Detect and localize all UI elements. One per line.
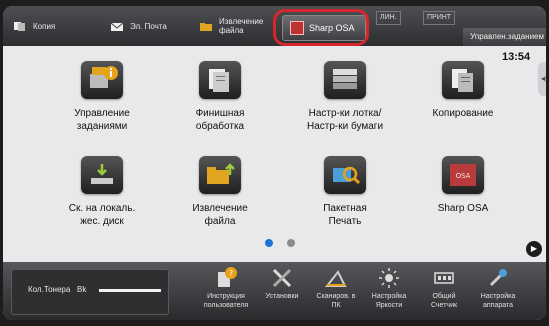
side-panel-tab[interactable]: ◂| — [538, 62, 546, 96]
folder-icon — [200, 22, 212, 31]
bottom-label: Настройка Яркости — [371, 293, 407, 309]
tile-label: Извлечение файла — [192, 203, 248, 227]
user-guide-button[interactable]: ? Инструкция пользователя — [198, 266, 254, 310]
folder-icon — [199, 156, 241, 194]
book-question-icon: ? — [214, 266, 238, 290]
highlight-ring — [273, 9, 369, 46]
mode-copy[interactable]: Копия — [13, 6, 55, 46]
tile-label: Управление заданиями — [74, 108, 130, 132]
bottom-label: Настройка аппарата — [480, 293, 516, 309]
total-count-button[interactable]: Общий Счетчик — [416, 266, 472, 310]
job-status-button[interactable]: Управлен.заданием — [463, 28, 546, 46]
tile-label: Пакетная Печать — [323, 203, 367, 227]
tile-job-status[interactable]: Управление заданиями — [47, 61, 157, 133]
tile-finishing[interactable]: Финишная обработка — [165, 61, 275, 133]
tile-copy[interactable]: Копирование — [408, 61, 518, 120]
svg-text:?: ? — [229, 269, 233, 278]
top-mode-bar: Копия Эл. Почта Извлечение файла Sharp O… — [3, 6, 546, 46]
bottom-label: Установки — [265, 293, 299, 300]
wrench-icon — [486, 266, 510, 290]
sun-icon — [377, 266, 401, 290]
finishing-icon — [199, 61, 241, 99]
mode-email[interactable]: Эл. Почта — [110, 6, 167, 46]
touch-panel: Копия Эл. Почта Извлечение файла Sharp O… — [3, 6, 546, 320]
bottom-label: Общий Счетчик — [430, 293, 458, 309]
device-settings-button[interactable]: Настройка аппарата — [470, 266, 526, 310]
page-dot[interactable] — [287, 239, 295, 247]
copy-icon — [14, 21, 25, 31]
scan-to-pc-button[interactable]: Сканиров. в ПК — [308, 266, 364, 310]
bottom-label: Инструкция пользователя — [203, 293, 249, 309]
counter-icon — [432, 266, 456, 290]
toner-label: Кол.Тонера Bk — [28, 285, 87, 294]
tile-label: Копирование — [432, 108, 494, 119]
tile-batch-print[interactable]: Пакетная Печать — [290, 156, 400, 228]
tile-retrieve-file[interactable]: Извлечение файла — [165, 156, 275, 228]
tile-label: Ск. на локаль. жес. диск — [68, 203, 136, 227]
tools-icon — [270, 266, 294, 290]
next-page-button[interactable]: ▶ — [526, 241, 542, 257]
mode-retrieve-file[interactable]: Извлечение файла — [199, 6, 263, 46]
scan-to-disk-icon — [81, 156, 123, 194]
mode-copy-label: Копия — [33, 21, 56, 31]
tile-label: Настр-ки лотка/ Настр-ки бумаги — [306, 108, 384, 132]
page-dot-active[interactable] — [265, 239, 273, 247]
bottom-label: Сканиров. в ПК — [316, 293, 356, 309]
print-indicator: ПРИНТ — [423, 11, 456, 25]
svg-text:OSA: OSA — [456, 172, 471, 180]
toner-panel: Кол.Тонера Bk — [11, 269, 169, 315]
envelope-icon — [110, 22, 124, 31]
osa-icon: OSA — [442, 156, 484, 194]
job-status-icon — [81, 61, 123, 99]
tile-label: Sharp OSA — [437, 203, 489, 214]
tile-scan-to-hdd[interactable]: Ск. на локаль. жес. диск — [47, 156, 157, 228]
mode-email-label: Эл. Почта — [130, 21, 167, 31]
line-indicator: ЛИН. — [376, 11, 401, 25]
toner-level-bar — [99, 289, 161, 292]
printer-tray-icon — [324, 61, 366, 99]
mode-retrieve-label: Извлечение файла — [219, 17, 264, 35]
brightness-button[interactable]: Настройка Яркости — [361, 266, 417, 310]
tile-sharp-osa[interactable]: OSA Sharp OSA — [408, 156, 518, 215]
batch-print-icon — [324, 156, 366, 194]
settings-button[interactable]: Установки — [254, 266, 310, 301]
tile-tray-settings[interactable]: Настр-ки лотка/ Настр-ки бумаги — [290, 61, 400, 133]
scanner-icon — [324, 266, 348, 290]
copy-icon — [442, 61, 484, 99]
tile-label: Финишная обработка — [195, 108, 245, 132]
bottom-bar: Кол.Тонера Bk ? Инструкция пользователя … — [3, 262, 546, 320]
